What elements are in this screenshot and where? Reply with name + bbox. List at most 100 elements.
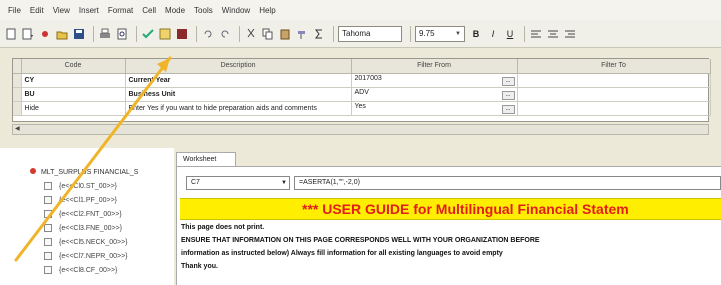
horizontal-scrollbar[interactable]: ◀ (12, 124, 709, 135)
tree-item[interactable]: {e<<Cl1.PF_00>>} (44, 196, 117, 204)
cell-reference-box[interactable]: C7 ▼ (186, 176, 290, 190)
underline-button[interactable]: U (503, 27, 517, 41)
sheet-icon (44, 182, 52, 190)
preview-icon[interactable] (115, 27, 129, 41)
cell-filter-from[interactable]: 2017003... (351, 73, 518, 88)
tab-worksheet[interactable]: Worksheet (176, 152, 236, 166)
menu-file[interactable]: File (8, 6, 21, 15)
user-guide-banner: *** USER GUIDE for Multilingual Financia… (180, 198, 721, 220)
cut-icon[interactable] (244, 27, 258, 41)
menu-help[interactable]: Help (259, 6, 275, 15)
tree-item-label: {e<<Cl1.PF_00>>} (59, 196, 117, 204)
format-painter-icon[interactable] (295, 27, 309, 41)
tree-item-label: {e<<Cl5.NECK_00>>} (59, 238, 128, 246)
column-header-description[interactable]: Description (125, 59, 352, 74)
scroll-left-icon[interactable]: ◀ (15, 125, 20, 132)
tree-item-label: {e<<Cl7.NEPR_00>>} (59, 252, 128, 260)
toolbar-separator (239, 25, 240, 42)
cell-code[interactable]: BU (21, 87, 126, 102)
cell-filter-to[interactable] (517, 73, 711, 88)
ellipsis-button[interactable]: ... (501, 90, 515, 100)
tree-item[interactable]: {e<<Cl2.FNT_00>>} (44, 210, 122, 218)
align-left-icon[interactable] (529, 27, 543, 41)
menu-cell[interactable]: Cell (142, 6, 156, 15)
menu-mode[interactable]: Mode (165, 6, 185, 15)
filter-grid: Code Description Filter From Filter To C… (12, 58, 711, 122)
toolbar-separator (333, 25, 334, 42)
table-row: BU Business Unit ADV... (13, 87, 711, 102)
new-dropdown-icon[interactable] (21, 27, 35, 41)
tree-item-label: {e<<Cl3.FNE_00>>} (59, 224, 123, 232)
toolbar-separator (93, 25, 94, 42)
cell-code[interactable]: CY (21, 73, 126, 88)
row-selector[interactable] (13, 101, 22, 116)
tree-item[interactable]: {e<<Cl7.NEPR_00>>} (44, 252, 128, 260)
cell-description[interactable]: Enter Yes if you want to hide preparatio… (125, 101, 352, 116)
save-icon[interactable] (72, 27, 86, 41)
align-center-icon[interactable] (546, 27, 560, 41)
font-select[interactable]: Tahoma (338, 25, 402, 42)
open-folder-icon[interactable] (55, 27, 69, 41)
application-window: File Edit View Insert Format Cell Mode T… (0, 0, 721, 285)
italic-button[interactable]: I (486, 27, 500, 41)
menu-bar: File Edit View Insert Format Cell Mode T… (0, 0, 721, 20)
formula-input[interactable]: =ASERTA(1,"",-2,0) (294, 176, 721, 190)
column-header-filter-from[interactable]: Filter From (351, 59, 518, 74)
sum-icon[interactable] (312, 27, 326, 41)
menu-window[interactable]: Window (222, 6, 250, 15)
cell-filter-to[interactable] (517, 101, 711, 116)
ellipsis-button[interactable]: ... (501, 104, 515, 114)
column-header-code[interactable]: Code (21, 59, 126, 74)
column-header-filter-to[interactable]: Filter To (517, 59, 711, 74)
stop-icon[interactable] (175, 27, 189, 41)
tree-item[interactable]: {e<<Cl0.ST_00>>} (44, 182, 117, 190)
guide-line: This page does not print. (181, 224, 265, 231)
cell-code[interactable]: Hide (21, 101, 126, 116)
tree-item[interactable]: {e<<Cl5.NECK_00>>} (44, 238, 128, 246)
guide-line: ENSURE THAT INFORMATION ON THIS PAGE COR… (181, 237, 540, 244)
menu-insert[interactable]: Insert (79, 6, 99, 15)
tree-item[interactable]: {e<<Cl3.FNE_00>>} (44, 224, 122, 232)
table-row: CY Current Year 2017003... (13, 73, 711, 88)
print-icon[interactable] (98, 27, 112, 41)
tree-root[interactable]: MLT_SURPLUS FINANCIAL_S (30, 168, 138, 176)
redo-icon[interactable] (218, 27, 232, 41)
menu-edit[interactable]: Edit (30, 6, 44, 15)
tree-item[interactable]: {e<<Cl8.CF_00>>} (44, 266, 117, 274)
checkmark-icon[interactable] (141, 27, 155, 41)
filter-from-value: Yes (354, 102, 366, 110)
menu-format[interactable]: Format (108, 6, 133, 15)
table-row: Hide Enter Yes if you want to hide prepa… (13, 101, 711, 116)
menu-tools[interactable]: Tools (194, 6, 213, 15)
row-selector[interactable] (13, 73, 22, 88)
menu-view[interactable]: View (53, 6, 70, 15)
row-selector[interactable] (13, 87, 22, 102)
grid-icon[interactable] (158, 27, 172, 41)
cell-description[interactable]: Current Year (125, 73, 352, 88)
paste-icon[interactable] (278, 27, 292, 41)
tree-root-label: MLT_SURPLUS FINANCIAL_S (40, 169, 139, 176)
insert-icon[interactable] (38, 27, 52, 41)
chevron-down-icon: ▼ (455, 30, 461, 37)
undo-icon[interactable] (201, 27, 215, 41)
sheet-icon (44, 224, 52, 232)
tree-item-label: {e<<Cl2.FNT_00>>} (59, 210, 122, 218)
filter-from-value: 2017003 (354, 74, 382, 82)
toolbar-separator (410, 25, 411, 42)
cell-filter-from[interactable]: ADV... (351, 87, 518, 102)
sheet-icon (44, 266, 52, 274)
cell-description[interactable]: Business Unit (125, 87, 352, 102)
new-file-icon[interactable] (4, 27, 18, 41)
banner-title: *** USER GUIDE for Multilingual Financia… (302, 201, 629, 217)
cell-filter-to[interactable] (517, 87, 711, 102)
font-size-select[interactable]: 9.75 ▼ (415, 25, 465, 42)
bold-button[interactable]: B (469, 27, 483, 41)
copy-icon[interactable] (261, 27, 275, 41)
cell-reference-value: C7 (191, 179, 200, 186)
cell-filter-from[interactable]: Yes... (351, 101, 518, 116)
chevron-down-icon[interactable]: ▼ (281, 177, 287, 189)
align-right-icon[interactable] (563, 27, 577, 41)
sheet-icon (44, 238, 52, 246)
sheet-icon (44, 210, 52, 218)
ellipsis-button[interactable]: ... (501, 76, 515, 86)
